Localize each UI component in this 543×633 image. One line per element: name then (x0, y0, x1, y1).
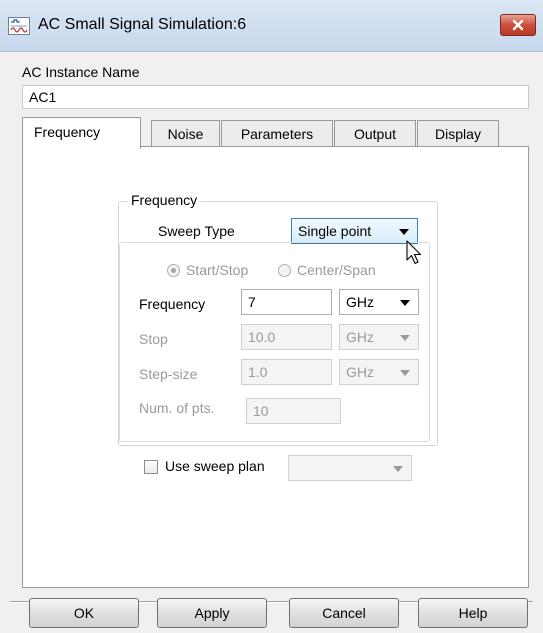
frequency-label: Frequency (139, 296, 206, 312)
instance-name-label: AC Instance Name (22, 64, 140, 80)
help-button[interactable]: Help (418, 598, 528, 628)
frequency-input[interactable]: 7 (241, 289, 332, 315)
center-span-radio[interactable] (278, 264, 291, 277)
stop-unit-select[interactable]: GHz (339, 324, 419, 350)
stop-label: Stop (139, 331, 168, 347)
stop-input[interactable]: 10.0 (241, 324, 332, 350)
tab-display[interactable]: Display (417, 120, 499, 146)
step-size-unit-value: GHz (346, 364, 374, 380)
instance-name-input[interactable] (22, 85, 529, 109)
frequency-unit-value: GHz (346, 294, 374, 310)
chevron-down-icon (400, 370, 410, 376)
stop-unit-value: GHz (346, 329, 374, 345)
use-sweep-plan-label: Use sweep plan (165, 458, 265, 474)
chevron-down-icon (393, 466, 403, 472)
cancel-button[interactable]: Cancel (289, 598, 399, 628)
app-icon (8, 17, 30, 35)
step-size-label: Step-size (139, 366, 198, 382)
num-points-input[interactable]: 10 (246, 398, 341, 424)
close-icon (512, 19, 524, 31)
frequency-unit-select[interactable]: GHz (339, 289, 419, 315)
step-size-input[interactable]: 1.0 (241, 359, 332, 385)
tab-frequency[interactable]: Frequency (22, 117, 141, 149)
frequency-group-title: Frequency (127, 192, 202, 208)
close-button[interactable] (500, 14, 536, 36)
use-sweep-plan-checkbox[interactable] (144, 460, 158, 474)
center-span-radio-label: Center/Span (297, 262, 376, 278)
start-stop-radio[interactable] (167, 264, 180, 277)
ok-button[interactable]: OK (29, 598, 139, 628)
title-bar[interactable]: AC Small Signal Simulation:6 (0, 0, 543, 52)
chevron-down-icon (399, 229, 409, 235)
sweep-type-value: Single point (298, 223, 372, 239)
apply-button[interactable]: Apply (157, 598, 267, 628)
num-points-label: Num. of pts. (139, 400, 215, 416)
start-stop-radio-label: Start/Stop (186, 262, 249, 278)
sweep-type-label: Sweep Type (158, 223, 235, 239)
tab-parameters[interactable]: Parameters (221, 120, 333, 146)
window-title: AC Small Signal Simulation:6 (38, 16, 247, 33)
sweep-plan-select[interactable] (288, 455, 412, 481)
chevron-down-icon (400, 300, 410, 306)
sweep-type-select[interactable]: Single point (291, 218, 418, 244)
chevron-down-icon (400, 335, 410, 341)
tab-output[interactable]: Output (334, 120, 416, 146)
mouse-cursor-icon (406, 240, 422, 265)
tab-noise[interactable]: Noise (151, 120, 220, 146)
step-size-unit-select[interactable]: GHz (339, 359, 419, 385)
dialog-window: AC Small Signal Simulation:6 AC Instance… (0, 0, 543, 633)
frequency-tab-panel: Frequency Sweep Type Single point Start/… (22, 146, 529, 588)
